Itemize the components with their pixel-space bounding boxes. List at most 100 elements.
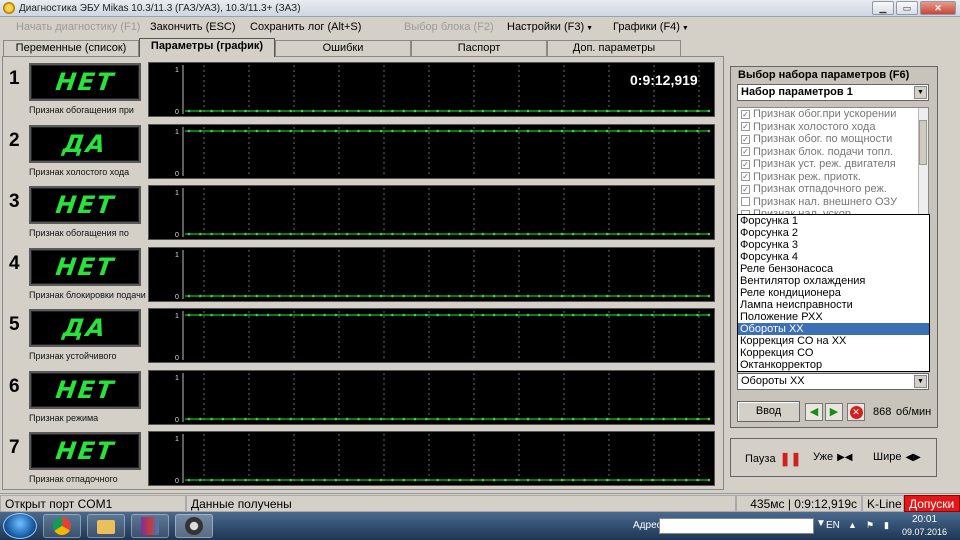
checkbox[interactable]: ✓ [741,184,750,194]
checklist-item[interactable]: ✓ Признак реж. приотк. [738,171,928,184]
dropdown-option[interactable]: Реле бензонасоса [738,263,929,275]
data-point [255,109,259,113]
dropdown-option[interactable]: Реле кондиционера [738,287,929,299]
tab-errors[interactable]: Ошибки [275,40,411,56]
dropdown-option[interactable]: Октанкорректор [738,359,929,371]
chevron-down-icon[interactable]: ▼ [816,518,826,529]
data-point [458,109,462,113]
battery-icon[interactable]: ▮ [884,520,889,531]
data-point [199,417,202,421]
data-point [413,478,417,482]
data-point [300,417,304,421]
checkbox[interactable]: ✓ [741,134,750,144]
param-row: 7НЕТПризнак отпадочного режима10 [7,429,723,487]
tab-params-graph[interactable]: Параметры (график) [139,38,275,57]
data-point [538,129,541,133]
folder-icon[interactable] [87,514,125,538]
checkbox[interactable]: ✓ [741,147,750,157]
address-input[interactable] [659,518,814,534]
graph-panel: 1НЕТПризнак обогащения при ускорении102Д… [2,56,724,490]
data-point [379,478,383,482]
data-point [266,129,270,133]
checklist-scrollbar[interactable] [918,108,928,214]
data-point [560,294,564,298]
menu-graphs[interactable]: Графики (F4) ▼ [613,21,689,33]
tick-label: 0 [175,478,179,485]
menu-block-select[interactable]: Выбор блока (F2) [404,21,494,33]
data-point [323,417,326,421]
data-point [515,109,518,113]
checklist-item[interactable]: Признак нал. внешнего ОЗУ [738,196,928,209]
checklist-item[interactable]: ✓ Признак обог. по мощности [738,133,928,146]
tick-label: 0 [175,417,179,424]
checkbox[interactable] [741,197,750,207]
menu-start-diagnostics[interactable]: Начать диагностику (F1) [16,21,140,33]
maximize-button[interactable]: ▭ [896,1,918,15]
graph-canvas: 10 [175,127,711,178]
param-row: 4НЕТПризнак блокировки подачи топлива10 [7,245,723,303]
arrow-left-icon[interactable]: ◀ [805,403,823,421]
param-row: 6НЕТПризнак режима притормаживания10 [7,368,723,426]
checkbox[interactable]: ✓ [741,122,750,132]
clock-date[interactable]: 09.07.2016 [902,527,947,537]
diagnostic-app-icon[interactable] [175,514,213,538]
enter-button[interactable]: Ввод [737,401,800,422]
checklist-item[interactable]: ✓ Признак отпадочного реж. [738,183,928,196]
menu-settings[interactable]: Настройки (F3) ▼ [507,21,593,33]
arrow-right-icon[interactable]: ▶ [825,403,843,421]
close-button[interactable]: ✕ [920,1,956,15]
language-indicator[interactable]: EN [826,520,840,531]
clock-time[interactable]: 20:01 [912,514,937,525]
data-point [526,313,530,317]
dropdown-option[interactable]: Форсунка 1 [738,215,929,227]
checkbox[interactable]: ✓ [741,159,750,169]
menu-finish[interactable]: Закончить (ESC) [150,21,236,33]
checkbox[interactable]: ✓ [741,109,750,119]
dropdown-option[interactable]: Форсунка 3 [738,239,929,251]
row-graph: 10 [148,124,715,179]
tab-passport[interactable]: Паспорт [411,40,547,56]
data-point [684,294,688,298]
start-button[interactable] [3,513,37,539]
dropdown-option[interactable]: Обороты ХХ [738,323,929,335]
address-label: Адрес [633,520,662,531]
narrower-button[interactable]: Уже ▶◀ [813,451,853,463]
data-point [413,129,417,133]
menu-save-log[interactable]: Сохранить лог (Alt+S) [250,21,361,33]
dropdown-option[interactable]: Форсунка 2 [738,227,929,239]
lcd-display: НЕТ [29,432,141,470]
dropdown-option[interactable]: Вентилятор охлаждения [738,275,929,287]
checklist-item[interactable]: ✓ Признак холостого хода [738,121,928,134]
tab-variables-list[interactable]: Переменные (список) [3,40,139,56]
dropdown-option[interactable]: Форсунка 4 [738,251,929,263]
wider-button[interactable]: Шире ◀▶ [873,451,921,463]
param-row: 2 ДА Признак холостого хода 1 0 [7,122,723,180]
data-point [515,294,518,298]
dropdown-option[interactable]: Лампа неисправности [738,299,929,311]
dropdown-option[interactable]: Положение РХХ [738,311,929,323]
dropdown-option[interactable]: Коррекция СО на ХХ [738,335,929,347]
flag-icon[interactable]: ⚑ [866,520,874,531]
tab-extra-params[interactable]: Доп. параметры [547,40,681,56]
checklist-item[interactable]: ✓ Признак уст. реж. двигателя [738,158,928,171]
data-point [232,109,236,113]
data-point [255,294,259,298]
param-set-select[interactable]: Набор параметров 1 ▼ [737,84,929,101]
archive-icon[interactable] [131,514,169,538]
data-point [458,129,462,133]
param-select[interactable]: Обороты ХХ ▼ [737,373,929,390]
checkbox[interactable]: ✓ [741,172,750,182]
chrome-icon[interactable] [43,514,81,538]
dropdown-option[interactable]: Коррекция СО [738,347,929,359]
minimize-button[interactable]: ▁ [872,1,894,15]
data-point [323,478,326,482]
cancel-icon[interactable]: ✕ [847,403,865,421]
pause-button[interactable]: Пауза ❚❚ [745,451,801,467]
data-point [651,417,654,421]
data-point [673,417,677,421]
data-point [232,417,236,421]
checklist-item[interactable]: ✓ Признак блок. подачи топл. [738,146,928,159]
checklist-item[interactable]: ✓ Признак обог.при ускорении [738,108,928,121]
tray-up-icon[interactable]: ▲ [848,520,857,530]
data-point [436,232,439,236]
